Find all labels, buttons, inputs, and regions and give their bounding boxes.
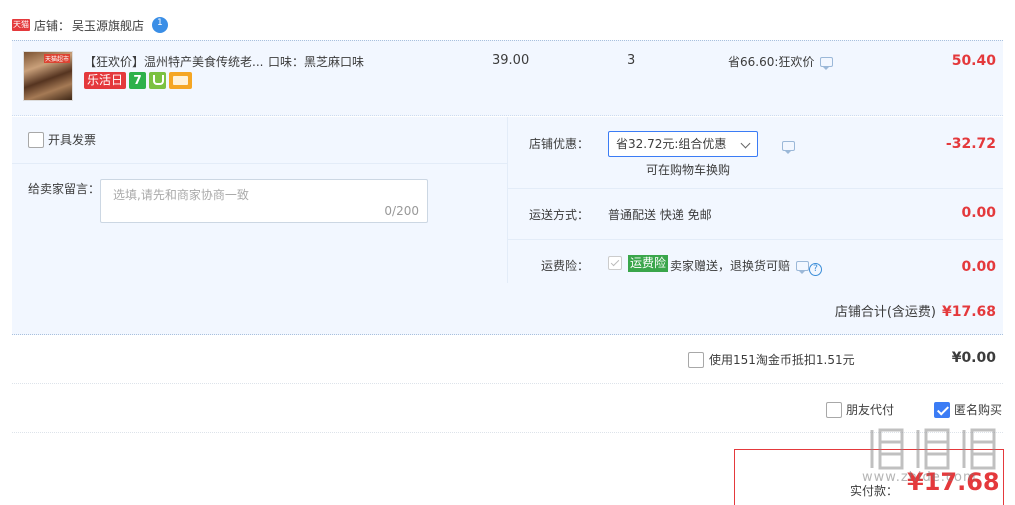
taojinbi-checkbox[interactable] [688,351,704,368]
help-icon[interactable]: ? [809,263,823,276]
taojinbi-label: 使用151淘金币抵扣1.51元 [709,353,855,367]
anonymous-buy-option[interactable]: 匿名购买 [934,401,1002,418]
discount-note: 省66.60:狂欢价 [728,53,834,70]
store-discount-label: 店铺优惠： [528,137,589,151]
insurance-badge: 运费险 [628,255,669,272]
order-item-row: 天猫超市 【狂欢价】温州特产美食传统老... 口味：黑芝麻口味 乐活日 7 39… [12,40,1003,116]
comment-icon[interactable] [782,141,795,154]
left-options: 开具发票 给卖家留言： 选填,请先和商家协商一致 0/200 [12,117,507,283]
shop-header: 天猫 店铺： 吴玉源旗舰店 [12,14,169,36]
shipping-method: 普通配送 快递 免邮 [608,208,712,222]
insurance-value: 0.00 [961,259,996,275]
store-total: 店铺合计(含运费) ¥17.68 [835,301,996,320]
quantity: 3 [627,53,636,68]
tmall-badge: 天猫 [12,19,30,31]
product-badges: 乐活日 7 [84,72,193,89]
shipping-row: 运送方式： 普通配送 快递 免邮 0.00 [508,188,1003,238]
lehuo-day-badge[interactable]: 乐活日 [84,72,127,89]
shipping-label: 运送方式： [528,208,589,222]
product-sku: 口味：黑芝麻口味 [268,55,365,69]
order-options-panel: 开具发票 给卖家留言： 选填,请先和商家协商一致 0/200 店铺优惠： 省32… [12,117,1003,335]
chevron-down-icon [740,138,751,149]
store-discount-selected: 省32.72元:组合优惠 [616,137,727,151]
invoice-checkbox[interactable] [28,131,44,148]
store-discount-row: 店铺优惠： 省32.72元:组合优惠 可在购物车换购 -32.72 [508,117,1003,187]
store-discount-value: -32.72 [945,136,996,152]
credit-card-icon[interactable] [169,72,193,89]
cart-swap-note: 可在购物车换购 [646,163,731,177]
shop-label: 店铺： [34,18,71,33]
memo-label: 给卖家留言： [28,182,101,196]
shipping-insurance-row: 运费险： 运费险 卖家赠送，退换货可赔? 0.00 [508,239,1003,283]
thumbnail-tag: 天猫超市 [43,54,70,63]
invoice-option[interactable]: 开具发票 [28,131,96,148]
pay-options-row: 朋友代付 匿名购买 [12,385,1003,433]
store-discount-select[interactable]: 省32.72元:组合优惠 [608,131,758,157]
insurance-text: 卖家赠送，退换货可赔? [670,257,823,276]
taojinbi-row: 使用151淘金币抵扣1.51元 ¥0.00 [12,336,1003,384]
unit-price: 39.00 [492,53,530,68]
wangwang-chat-icon[interactable] [152,17,169,33]
friend-pay-label: 朋友代付 [846,403,895,417]
store-total-label: 店铺合计(含运费) [834,305,936,320]
insurance-label: 运费险： [540,259,589,273]
friend-pay-option[interactable]: 朋友代付 [826,401,894,418]
insurance-text-label: 卖家赠送，退换货可赔 [670,259,791,273]
seller-message-input[interactable]: 选填,请先和商家协商一致 0/200 [100,179,428,223]
shipping-value: 0.00 [961,205,996,221]
taojinbi-amount: ¥0.00 [951,350,996,366]
item-total: 50.40 [951,53,996,69]
taojinbi-option[interactable]: 使用151淘金币抵扣1.51元 [688,351,855,368]
insurance-checkbox [608,256,622,270]
product-thumbnail[interactable]: 天猫超市 [23,51,73,101]
watermark-logo [870,428,996,470]
divider [12,163,507,164]
anonymous-buy-label: 匿名购买 [954,403,1003,417]
store-total-amount: ¥17.68 [941,304,996,320]
seven-day-return-icon[interactable]: 7 [129,72,147,89]
watermark-text: www.zhide.com [862,470,977,485]
anonymous-buy-checkbox[interactable] [934,401,950,418]
memo-placeholder: 选填,请先和商家协商一致 [113,188,249,202]
comment-icon[interactable] [820,57,834,70]
invoice-label: 开具发票 [48,133,97,147]
product-title-link[interactable]: 【狂欢价】温州特产美食传统老... [84,53,274,70]
discount-note-text: 省66.60:狂欢价 [728,55,815,69]
friend-pay-checkbox[interactable] [826,401,842,418]
trophy-icon[interactable] [149,72,167,89]
shop-name-link[interactable]: 吴玉源旗舰店 [72,17,144,34]
comment-icon[interactable] [796,261,810,274]
memo-char-count: 0/200 [384,204,419,218]
